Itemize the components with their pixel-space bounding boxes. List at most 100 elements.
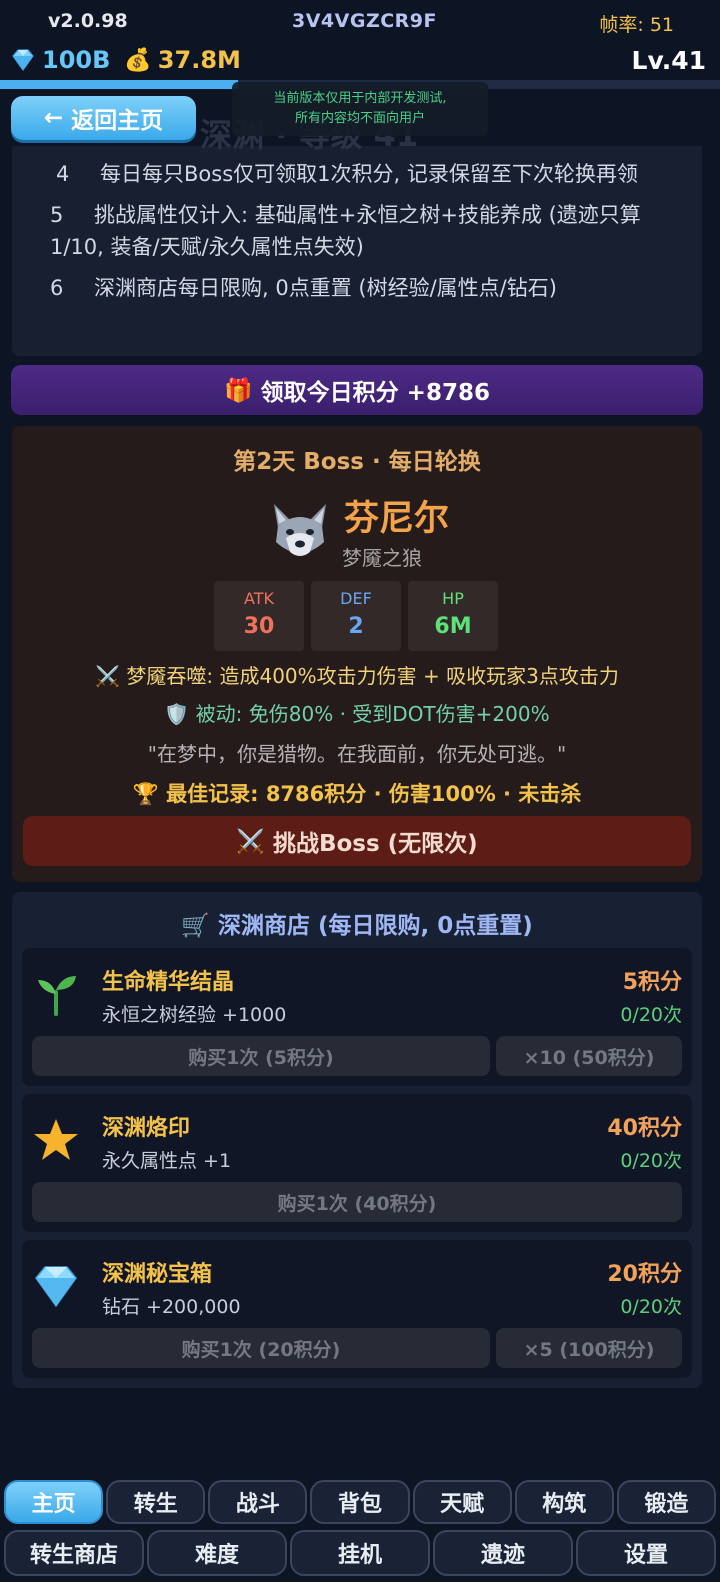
item-desc: 永久属性点 +1 bbox=[102, 1150, 232, 1172]
item-desc: 永恒之树经验 +1000 bbox=[102, 1004, 287, 1026]
rule-number: 4 bbox=[56, 162, 70, 186]
rule-item: 6 深渊商店每日限购, 0点重置 (树经验/属性点/钻石) bbox=[50, 272, 686, 304]
item-cost: 5积分 bbox=[622, 970, 682, 995]
rule-item: 4 每日每只Boss仅可领取1次积分, 记录保留至下次轮换再领 bbox=[56, 158, 686, 190]
rule-item: 5 挑战属性仅计入: 基础属性+永恒之树+技能养成 (遗迹只算1/10, 装备/天… bbox=[50, 199, 686, 263]
money-bag-icon: 💰 bbox=[124, 47, 152, 73]
nav-rebirth-shop[interactable]: 转生商店 bbox=[4, 1530, 144, 1576]
dev-notice: 当前版本仅用于内部开发测试, 所有内容均不面向用户 bbox=[232, 82, 488, 136]
cart-icon: 🛒 bbox=[181, 913, 210, 939]
stat-def: DEF 2 bbox=[311, 581, 401, 651]
buy-multi-button[interactable]: ×10 (50积分) bbox=[496, 1036, 682, 1076]
shop-item-life-essence: 生命精华结晶 永恒之树经验 +1000 5积分 0/20次 购买1次 (5积分)… bbox=[22, 948, 692, 1086]
item-name: 深渊烙印 bbox=[102, 1116, 191, 1141]
bottom-nav-row2: 转生商店 难度 挂机 遗迹 设置 bbox=[4, 1530, 716, 1576]
boss-card: 第2天 Boss · 每日轮换 芬尼尔 梦魇之狼 ATK 30 DEF 2 HP… bbox=[12, 426, 702, 882]
trophy-icon: 🏆 bbox=[132, 782, 159, 806]
nav-relics[interactable]: 遗迹 bbox=[433, 1530, 573, 1576]
item-cost: 40积分 bbox=[607, 1116, 682, 1141]
rule-row: 5 挑战属性仅计入: 基础属性+永恒之树+技能养成 (遗迹只算1/10, 装备/天… bbox=[50, 199, 686, 263]
user-id: 3V4VGZCR9F bbox=[292, 10, 437, 32]
stat-label: ATK bbox=[244, 589, 274, 608]
fps-counter: 帧率: 51 bbox=[599, 14, 674, 36]
challenge-boss-label: 挑战Boss (无限次) bbox=[272, 831, 478, 857]
buy-once-button[interactable]: 购买1次 (20积分) bbox=[32, 1328, 490, 1368]
nav-battle[interactable]: 战斗 bbox=[208, 1480, 308, 1524]
item-limit: 0/20次 bbox=[620, 1150, 682, 1172]
boss-name: 芬尼尔 bbox=[344, 499, 450, 539]
challenge-boss-button[interactable]: ⚔️ 挑战Boss (无限次) bbox=[23, 816, 691, 866]
best-record: 🏆 最佳记录: 8786积分 · 伤害100% · 未击杀 bbox=[12, 778, 702, 808]
nav-backpack[interactable]: 背包 bbox=[310, 1480, 410, 1524]
shop-item-abyss-brand: 深渊烙印 永久属性点 +1 40积分 0/20次 购买1次 (40积分) bbox=[22, 1094, 692, 1232]
boss-rotation-header: 第2天 Boss · 每日轮换 bbox=[233, 449, 481, 475]
rules-panel: 4 每日每只Boss仅可领取1次积分, 记录保留至下次轮换再领 5 挑战属性仅计入:… bbox=[12, 146, 702, 356]
diamond-icon bbox=[35, 1266, 77, 1308]
rule-number: 6 bbox=[50, 276, 64, 300]
boss-quote: "在梦中，你是猎物。在我面前，你无处可逃。" bbox=[147, 742, 567, 766]
shop-title-text: 深渊商店 (每日限购, 0点重置) bbox=[217, 913, 533, 939]
dev-notice-line2: 所有内容均不面向用户 bbox=[294, 111, 425, 126]
rule-text: 挑战属性仅计入: 基础属性+永恒之树+技能养成 (遗迹只算1/10, 装备/天赋… bbox=[50, 203, 641, 259]
xp-bar-fill bbox=[0, 80, 238, 89]
item-limit: 0/20次 bbox=[620, 1004, 682, 1026]
item-cost: 20积分 bbox=[607, 1262, 682, 1287]
stat-label: DEF bbox=[340, 589, 372, 608]
back-home-label: 返回主页 bbox=[71, 108, 164, 134]
rule-number: 5 bbox=[50, 203, 64, 227]
boss-passive-text: 被动: 免伤80% · 受到DOT伤害+200% bbox=[195, 702, 550, 726]
sprout-icon bbox=[38, 976, 76, 1016]
nav-home[interactable]: 主页 bbox=[4, 1480, 104, 1524]
rule-text: 每日每只Boss仅可领取1次积分, 记录保留至下次轮换再领 bbox=[100, 162, 638, 186]
buy-once-button[interactable]: 购买1次 (5积分) bbox=[32, 1036, 490, 1076]
arrow-left-icon: ← bbox=[43, 105, 64, 131]
boss-skill: ⚔️ 梦魇吞噬: 造成400%攻击力伤害 + 吸收玩家3点攻击力 bbox=[12, 660, 702, 689]
boss-skill-text: 梦魇吞噬: 造成400%攻击力伤害 + 吸收玩家3点攻击力 bbox=[126, 664, 619, 688]
shield-icon: 🛡️ bbox=[164, 702, 190, 726]
diamond-count: 100B bbox=[42, 46, 111, 74]
item-name: 深渊秘宝箱 bbox=[102, 1262, 213, 1287]
boss-subtitle: 梦魇之狼 bbox=[342, 546, 422, 570]
crossed-swords-icon: ⚔️ bbox=[95, 664, 121, 688]
wolf-icon bbox=[274, 504, 326, 556]
stat-atk: ATK 30 bbox=[214, 581, 304, 651]
back-home-button[interactable]: ← 返回主页 bbox=[11, 96, 196, 140]
nav-talent[interactable]: 天赋 bbox=[412, 1480, 512, 1524]
shop-item-abyss-chest: 深渊秘宝箱 钻石 +200,000 20积分 0/20次 购买1次 (20积分)… bbox=[22, 1240, 692, 1378]
rule-text: 深渊商店每日限购, 0点重置 (树经验/属性点/钻石) bbox=[94, 276, 557, 300]
nav-rebirth[interactable]: 转生 bbox=[106, 1480, 206, 1524]
stat-hp: HP 6M bbox=[408, 581, 498, 651]
boss-passive: 🛡️ 被动: 免伤80% · 受到DOT伤害+200% bbox=[12, 698, 702, 727]
shop-title: 🛒 深渊商店 (每日限购, 0点重置) bbox=[12, 906, 702, 940]
rule-row: 6 深渊商店每日限购, 0点重置 (树经验/属性点/钻石) bbox=[50, 272, 686, 304]
nav-difficulty[interactable]: 难度 bbox=[147, 1530, 287, 1576]
gold-count: 37.8M bbox=[157, 46, 241, 74]
abyss-shop: 🛒 深渊商店 (每日限购, 0点重置) 生命精华结晶 永恒之树经验 +1000 … bbox=[12, 892, 702, 1388]
dev-notice-line1: 当前版本仅用于内部开发测试, bbox=[273, 91, 447, 106]
player-level: Lv.41 bbox=[631, 46, 706, 75]
item-desc: 钻石 +200,000 bbox=[102, 1296, 241, 1318]
gift-icon: 🎁 bbox=[224, 377, 253, 404]
star-icon bbox=[34, 1119, 78, 1160]
bottom-nav-row1: 主页 转生 战斗 背包 天赋 构筑 锻造 bbox=[4, 1480, 716, 1524]
nav-idle[interactable]: 挂机 bbox=[290, 1530, 430, 1576]
buy-multi-button[interactable]: ×5 (100积分) bbox=[496, 1328, 682, 1368]
crossed-swords-icon: ⚔️ bbox=[236, 828, 265, 855]
stat-value: 6M bbox=[434, 614, 472, 639]
buy-once-button[interactable]: 购买1次 (40积分) bbox=[32, 1182, 682, 1222]
claim-points-label: 领取今日积分 +8786 bbox=[260, 380, 490, 406]
stat-value: 30 bbox=[243, 614, 275, 639]
claim-points-button[interactable]: 🎁 领取今日积分 +8786 bbox=[11, 365, 703, 415]
nav-build[interactable]: 构筑 bbox=[514, 1480, 614, 1524]
diamond-icon bbox=[12, 49, 34, 72]
currency-row: 100B 💰 37.8M bbox=[10, 46, 241, 74]
nav-settings[interactable]: 设置 bbox=[576, 1530, 716, 1576]
stat-value: 2 bbox=[348, 614, 364, 639]
nav-forge[interactable]: 锻造 bbox=[616, 1480, 716, 1524]
item-limit: 0/20次 bbox=[620, 1296, 682, 1318]
best-record-text: 最佳记录: 8786积分 · 伤害100% · 未击杀 bbox=[166, 782, 582, 806]
rule-row: 4 每日每只Boss仅可领取1次积分, 记录保留至下次轮换再领 bbox=[56, 158, 686, 190]
item-name: 生命精华结晶 bbox=[102, 970, 235, 995]
version-label: v2.0.98 bbox=[48, 10, 128, 32]
stat-label: HP bbox=[442, 589, 464, 608]
